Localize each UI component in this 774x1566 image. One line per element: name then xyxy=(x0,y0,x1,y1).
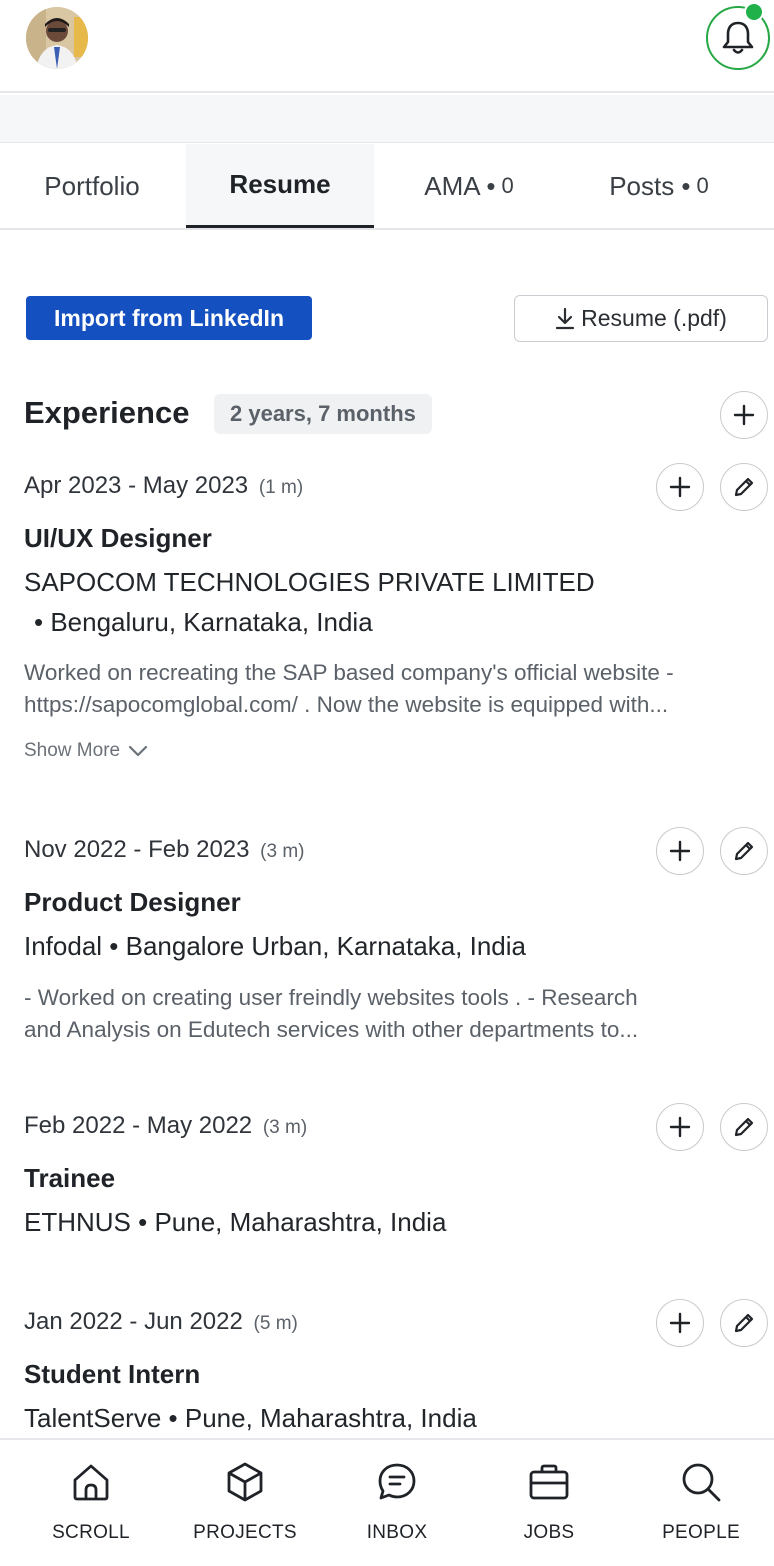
date-range: Jan 2022 - Jun 2022 xyxy=(24,1308,243,1335)
profile-tabs: Portfolio Resume AMA • 0 Posts • 0 xyxy=(0,144,774,230)
entry-description: Worked on recreating the SAP based compa… xyxy=(24,657,768,721)
briefcase-icon xyxy=(529,1464,569,1500)
duration: (3 m) xyxy=(260,841,305,862)
edit-entry-button[interactable] xyxy=(720,1103,768,1151)
plus-icon xyxy=(733,404,755,426)
entry-date: Apr 2023 - May 2023 (1 m) xyxy=(24,472,303,500)
tab-posts[interactable]: Posts • 0 xyxy=(564,144,754,228)
add-entry-button[interactable] xyxy=(656,463,704,511)
pencil-icon xyxy=(734,1117,754,1137)
tab-label: Posts • xyxy=(609,170,691,201)
plus-icon xyxy=(669,1116,691,1138)
search-icon xyxy=(682,1463,721,1502)
chevron-down-icon xyxy=(129,745,148,757)
nav-people[interactable]: PEOPLE xyxy=(624,1440,774,1566)
header-band xyxy=(0,95,774,143)
experience-total-badge: 2 years, 7 months xyxy=(214,394,432,434)
description-line: and Analysis on Edutech services with ot… xyxy=(24,1017,639,1042)
bottom-navigation: SCROLL PROJECTS INBOX JOBS PEOPLE xyxy=(0,1438,774,1566)
cube-icon xyxy=(227,1462,263,1502)
add-entry-button[interactable] xyxy=(656,1103,704,1151)
entry-date: Jan 2022 - Jun 2022 (5 m) xyxy=(24,1308,298,1336)
nav-label: PROJECTS xyxy=(193,1522,297,1543)
top-bar xyxy=(0,0,774,93)
nav-label: JOBS xyxy=(523,1522,575,1543)
profile-avatar[interactable] xyxy=(26,7,88,69)
date-range: Feb 2022 - May 2022 xyxy=(24,1112,253,1139)
date-range: Nov 2022 - Feb 2023 xyxy=(24,836,250,863)
tab-label: Resume xyxy=(229,169,331,199)
entry-description: - Worked on creating user freindly websi… xyxy=(24,982,768,1046)
entry-location: • Bengaluru, Karnataka, India xyxy=(34,607,373,637)
notification-status-dot xyxy=(744,2,764,22)
download-icon xyxy=(556,307,575,329)
description-line: - Worked on creating user freindly websi… xyxy=(24,985,638,1010)
add-experience-button[interactable] xyxy=(720,391,768,439)
tab-count: 0 xyxy=(696,173,709,198)
plus-icon xyxy=(669,1312,691,1334)
tab-portfolio[interactable]: Portfolio xyxy=(0,144,184,228)
entry-company: Infodal • Bangalore Urban, Karnataka, In… xyxy=(24,931,526,961)
nav-projects[interactable]: PROJECTS xyxy=(168,1440,322,1566)
entry-date: Nov 2022 - Feb 2023 (3 m) xyxy=(24,836,304,864)
pencil-icon xyxy=(734,1313,754,1333)
tab-count: 0 xyxy=(501,173,514,198)
entry-role: UI/UX Designer xyxy=(24,523,212,553)
chat-icon xyxy=(378,1463,416,1500)
entry-role: Trainee xyxy=(24,1163,116,1193)
show-more-label: Show More xyxy=(24,740,121,761)
home-icon xyxy=(73,1464,109,1501)
plus-icon xyxy=(669,476,691,498)
edit-entry-button[interactable] xyxy=(720,827,768,875)
entry-date: Feb 2022 - May 2022 (3 m) xyxy=(24,1112,307,1140)
duration: (3 m) xyxy=(262,1117,308,1138)
edit-entry-button[interactable] xyxy=(720,463,768,511)
entry-role: Student Intern xyxy=(24,1359,201,1389)
entry-company: SAPOCOM TECHNOLOGIES PRIVATE LIMITED xyxy=(24,567,595,597)
edit-entry-button[interactable] xyxy=(720,1299,768,1347)
show-more-button[interactable]: Show More xyxy=(24,740,148,762)
entry-company: TalentServe • Pune, Maharashtra, India xyxy=(24,1403,477,1433)
tab-ama[interactable]: AMA • 0 xyxy=(376,144,562,228)
nav-label: INBOX xyxy=(366,1522,428,1543)
download-resume-button[interactable]: Resume (.pdf) xyxy=(514,295,768,342)
nav-label: PEOPLE xyxy=(662,1522,740,1543)
bell-icon xyxy=(722,21,754,54)
plus-icon xyxy=(669,840,691,862)
pencil-icon xyxy=(734,477,754,497)
import-linkedin-button[interactable]: Import from LinkedIn xyxy=(26,296,312,340)
add-entry-button[interactable] xyxy=(656,827,704,875)
description-line: https://sapocomglobal.com/ . Now the web… xyxy=(24,692,669,717)
duration: (5 m) xyxy=(253,1313,298,1334)
nav-jobs[interactable]: JOBS xyxy=(472,1440,626,1566)
tab-label: Portfolio xyxy=(44,170,140,201)
entry-role: Product Designer xyxy=(24,887,241,917)
nav-label: SCROLL xyxy=(52,1522,130,1543)
pencil-icon xyxy=(734,841,754,861)
tab-label: AMA • xyxy=(424,170,496,201)
description-line: Worked on recreating the SAP based compa… xyxy=(24,660,674,685)
tab-resume[interactable]: Resume xyxy=(186,144,374,228)
date-range: Apr 2023 - May 2023 xyxy=(24,472,249,499)
add-entry-button[interactable] xyxy=(656,1299,704,1347)
nav-inbox[interactable]: INBOX xyxy=(320,1440,474,1566)
entry-company: ETHNUS • Pune, Maharashtra, India xyxy=(24,1207,447,1237)
duration: (1 m) xyxy=(258,477,304,498)
download-resume-label: Resume (.pdf) xyxy=(581,305,727,331)
nav-scroll[interactable]: SCROLL xyxy=(14,1440,168,1566)
experience-heading: Experience xyxy=(24,395,190,430)
